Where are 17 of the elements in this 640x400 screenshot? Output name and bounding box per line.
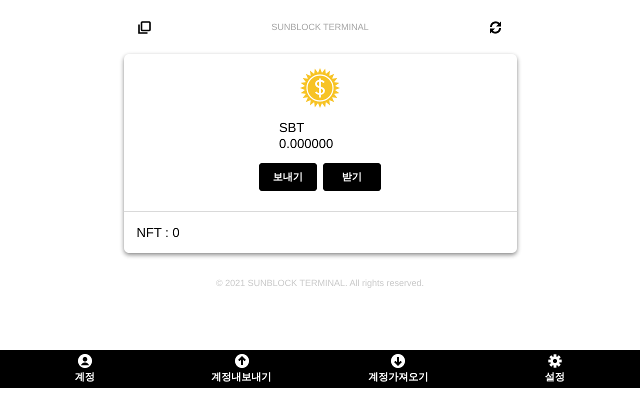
nft-count: NFT : 0 [136,224,181,242]
arrow-up-icon [234,354,249,368]
send-button[interactable]: 보내기 [259,163,317,191]
nav-tab[interactable]: 설정 [510,350,600,388]
settings-icon [548,354,562,368]
coin-icon [300,68,340,108]
nav-tab[interactable]: 계정 [40,350,130,388]
receive-button[interactable]: 받기 [323,163,381,191]
app-title: SUNBLOCK TERMINAL [271,22,369,32]
token-balance: 0.000000 [279,136,334,152]
copy-icon[interactable] [138,20,151,34]
arrow-down-icon [391,354,406,368]
user-icon [78,354,92,368]
refresh-icon[interactable] [488,20,502,34]
nav-tab[interactable]: 계정가져오기 [353,350,444,388]
nav-tab[interactable]: 계정내보내기 [196,350,287,388]
token-name: SBT [279,120,306,136]
